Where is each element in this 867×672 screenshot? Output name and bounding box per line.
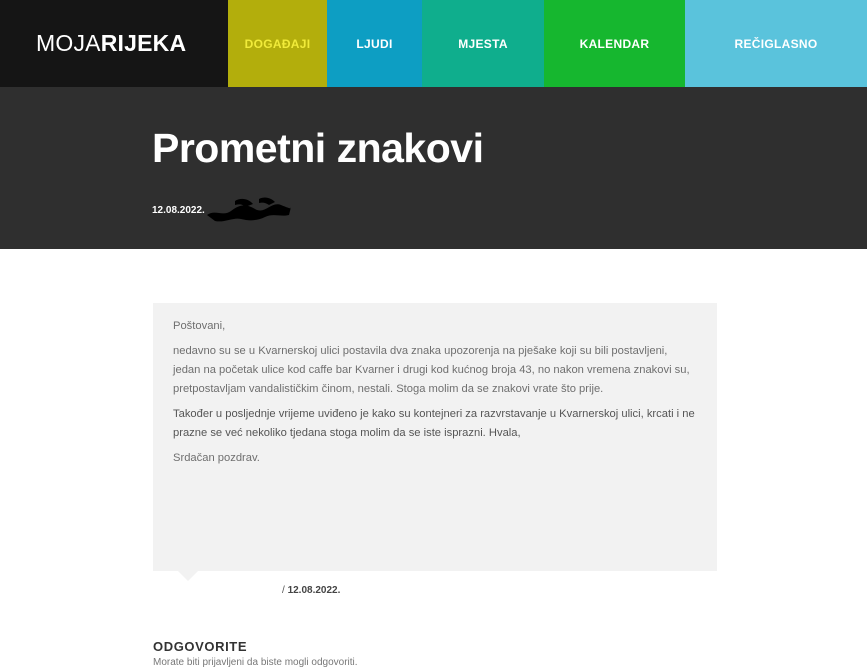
article-date: 12.08.2022. bbox=[152, 204, 205, 216]
nav-item-dogadaji[interactable]: DOGAĐAJI bbox=[228, 0, 327, 87]
nav-item-reciglasno[interactable]: REČIGLASNO bbox=[685, 0, 867, 87]
site-logo[interactable]: MOJARIJEKA bbox=[0, 0, 228, 87]
comment-paragraph: nedavno su se u Kvarnerskoj ulici postav… bbox=[173, 345, 690, 395]
article-meta: 12.08.2022. bbox=[152, 195, 293, 225]
comment-date: 12.08.2022. bbox=[287, 585, 341, 596]
site-logo-text: MOJARIJEKA bbox=[36, 30, 186, 57]
comment-separator: / bbox=[282, 585, 285, 596]
nav-item-kalendar[interactable]: KALENDAR bbox=[544, 0, 685, 87]
nav-item-label: MJESTA bbox=[458, 36, 508, 51]
nav-item-label: LJUDI bbox=[356, 36, 393, 51]
top-navigation: MOJARIJEKA DOGAĐAJI LJUDI MJESTA KALENDA… bbox=[0, 0, 867, 87]
comment-card: Poštovani, nedavno su se u Kvarnerskoj u… bbox=[153, 303, 717, 571]
nav-item-label: REČIGLASNO bbox=[734, 36, 818, 51]
comment-signoff: Srdačan pozdrav. bbox=[173, 452, 260, 464]
comment-paragraph: Također u posljednje vrijeme uviđeno je … bbox=[173, 408, 695, 439]
comment-meta: / 12.08.2022. bbox=[282, 585, 340, 596]
login-required-note: Morate biti prijavljeni da biste mogli o… bbox=[153, 657, 358, 668]
redacted-author-scribble bbox=[206, 197, 291, 222]
nav-item-ljudi[interactable]: LJUDI bbox=[327, 0, 422, 87]
reply-heading: ODGOVORITE bbox=[153, 639, 248, 654]
nav-item-label: KALENDAR bbox=[579, 36, 650, 51]
nav-item-mjesta[interactable]: MJESTA bbox=[422, 0, 544, 87]
logo-moja: MOJA bbox=[36, 30, 101, 56]
comment-bubble-tail bbox=[178, 571, 198, 581]
logo-rijeka: RIJEKA bbox=[100, 30, 187, 56]
comment-greeting: Poštovani, bbox=[173, 320, 226, 332]
nav-item-label: DOGAĐAJI bbox=[244, 36, 311, 51]
article-header: Prometni znakovi 12.08.2022. bbox=[0, 87, 867, 249]
page-title: Prometni znakovi bbox=[152, 125, 484, 171]
